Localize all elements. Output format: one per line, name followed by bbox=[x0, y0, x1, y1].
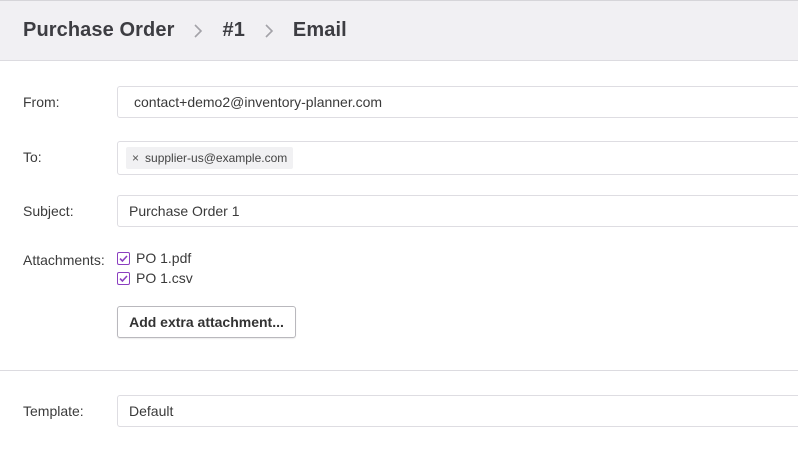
template-label: Template: bbox=[23, 403, 84, 419]
subject-field[interactable]: Purchase Order 1 bbox=[117, 195, 798, 227]
recipient-tag: × supplier-us@example.com bbox=[126, 147, 294, 169]
subject-value: Purchase Order 1 bbox=[129, 203, 240, 219]
subject-label: Subject: bbox=[23, 203, 74, 219]
from-label: From: bbox=[23, 94, 60, 110]
breadcrumb-purchase-order[interactable]: Purchase Order bbox=[23, 19, 174, 42]
attachment-name: PO 1.pdf bbox=[136, 250, 192, 266]
breadcrumb-order-number[interactable]: #1 bbox=[222, 19, 244, 42]
breadcrumb-email: Email bbox=[292, 19, 347, 41]
attachments-label: Attachments: bbox=[23, 252, 105, 268]
to-field[interactable]: × supplier-us@example.com bbox=[117, 141, 798, 175]
from-field[interactable]: contact+demo2@inventory-planner.com bbox=[117, 86, 798, 118]
section-divider bbox=[0, 370, 798, 371]
attachment-name: PO 1.csv bbox=[136, 270, 193, 286]
breadcrumb-header: Purchase Order #1 Email bbox=[0, 0, 798, 61]
template-value: Default bbox=[129, 403, 174, 419]
chevron-right-icon bbox=[259, 21, 279, 41]
remove-tag-icon[interactable]: × bbox=[132, 151, 139, 165]
attachment-item[interactable]: PO 1.csv bbox=[117, 270, 193, 286]
attachment-item[interactable]: PO 1.pdf bbox=[117, 250, 191, 266]
from-value: contact+demo2@inventory-planner.com bbox=[134, 94, 383, 110]
add-extra-attachment-button[interactable]: Add extra attachment... bbox=[117, 306, 296, 338]
template-select[interactable]: Default bbox=[117, 395, 798, 427]
recipient-tag-label: supplier-us@example.com bbox=[145, 151, 288, 165]
chevron-right-icon bbox=[188, 21, 208, 41]
to-label: To: bbox=[23, 149, 42, 165]
check-icon[interactable] bbox=[117, 251, 130, 265]
check-icon[interactable] bbox=[117, 271, 130, 285]
